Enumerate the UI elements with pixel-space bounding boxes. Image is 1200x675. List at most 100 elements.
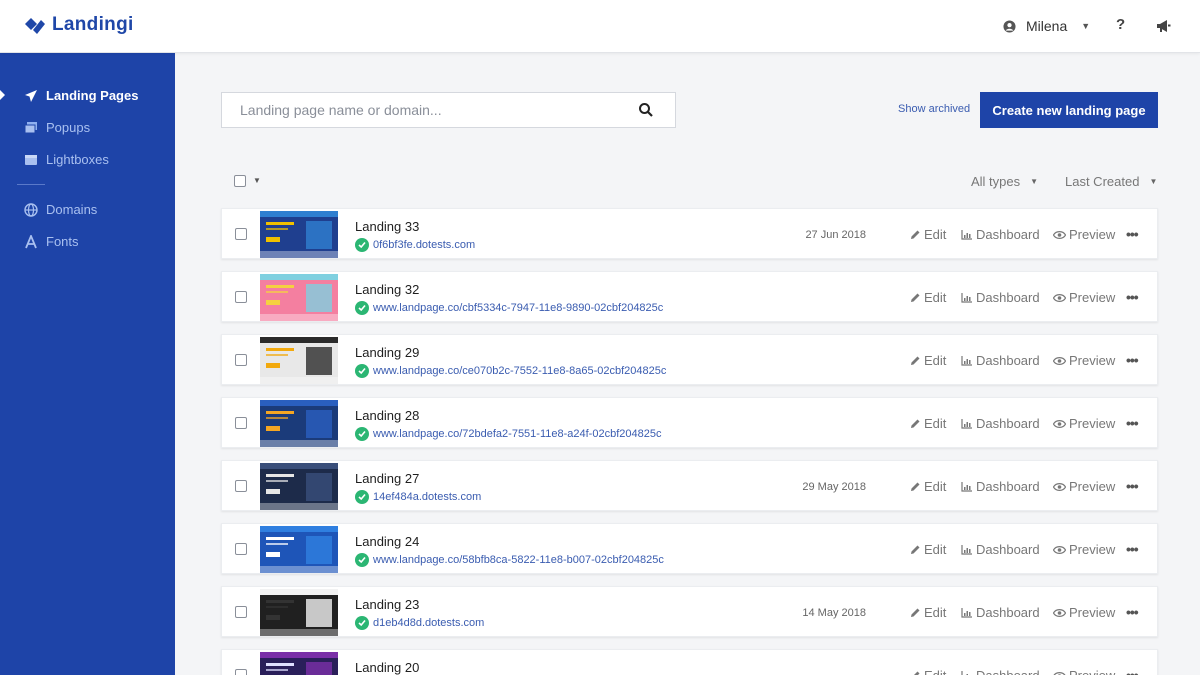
landing-row[interactable]: Landing 28 www.landpage.co/72bdefa2-7551… — [221, 397, 1158, 448]
chart-icon — [961, 419, 972, 429]
help-icon[interactable]: ? — [1116, 16, 1125, 33]
landing-name[interactable]: Landing 29 — [355, 345, 419, 360]
search-icon[interactable] — [638, 102, 654, 118]
more-options-icon[interactable]: ••• — [1126, 541, 1139, 557]
sidebar-item-domains[interactable]: Domains — [24, 202, 97, 217]
edit-button[interactable]: Edit — [910, 479, 946, 494]
landing-url[interactable]: www.landpage.co/cbf5334c-7947-11e8-9890-… — [373, 302, 663, 314]
landing-name[interactable]: Landing 32 — [355, 282, 419, 297]
landing-row[interactable]: Landing 27 14ef484a.dotests.com 29 May 2… — [221, 460, 1158, 511]
row-checkbox[interactable] — [235, 291, 247, 303]
chevron-down-icon: ▼ — [1081, 21, 1091, 31]
more-options-icon[interactable]: ••• — [1126, 352, 1139, 368]
landing-row[interactable]: Landing 23 d1eb4d8d.dotests.com 14 May 2… — [221, 586, 1158, 637]
chart-icon — [961, 293, 972, 303]
dashboard-button[interactable]: Dashboard — [961, 227, 1040, 242]
landing-name[interactable]: Landing 23 — [355, 597, 419, 612]
landing-name[interactable]: Landing 27 — [355, 471, 419, 486]
dashboard-button[interactable]: Dashboard — [961, 605, 1040, 620]
row-checkbox[interactable] — [235, 354, 247, 366]
dashboard-button[interactable]: Dashboard — [961, 416, 1040, 431]
edit-button[interactable]: Edit — [910, 227, 946, 242]
show-archived-link[interactable]: Show archived — [898, 103, 970, 115]
more-options-icon[interactable]: ••• — [1126, 604, 1139, 620]
preview-button[interactable]: Preview — [1053, 353, 1115, 368]
more-options-icon[interactable]: ••• — [1126, 667, 1139, 675]
landing-url[interactable]: www.landpage.co/72bdefa2-7551-11e8-a24f-… — [373, 428, 661, 440]
landing-name[interactable]: Landing 20 — [355, 660, 419, 675]
user-avatar-icon — [1003, 19, 1016, 33]
landing-name[interactable]: Landing 33 — [355, 219, 419, 234]
select-all-checkbox[interactable] — [234, 175, 246, 187]
landing-thumbnail[interactable] — [260, 211, 338, 258]
preview-button[interactable]: Preview — [1053, 416, 1115, 431]
landing-thumbnail[interactable] — [260, 337, 338, 384]
landing-thumbnail[interactable] — [260, 400, 338, 447]
landing-row[interactable]: Landing 32 www.landpage.co/cbf5334c-7947… — [221, 271, 1158, 322]
create-landing-page-button[interactable]: Create new landing page — [980, 92, 1158, 128]
dashboard-button[interactable]: Dashboard — [961, 290, 1040, 305]
dashboard-button[interactable]: Dashboard — [961, 668, 1040, 675]
sidebar-item-label: Fonts — [46, 234, 79, 249]
landing-name[interactable]: Landing 28 — [355, 408, 419, 423]
preview-button[interactable]: Preview — [1053, 479, 1115, 494]
search-input[interactable] — [222, 93, 632, 127]
sidebar-item-fonts[interactable]: Fonts — [24, 234, 79, 249]
preview-button[interactable]: Preview — [1053, 605, 1115, 620]
edit-button[interactable]: Edit — [910, 605, 946, 620]
landing-url[interactable]: d1eb4d8d.dotests.com — [373, 617, 484, 629]
type-filter[interactable]: All types ▼ — [971, 174, 1038, 189]
row-checkbox[interactable] — [235, 543, 247, 555]
landing-name[interactable]: Landing 24 — [355, 534, 419, 549]
preview-button[interactable]: Preview — [1053, 290, 1115, 305]
top-bar: Landingi Milena ▼ ? — [0, 0, 1200, 53]
landing-row[interactable]: Landing 33 0f6bf3fe.dotests.com 27 Jun 2… — [221, 208, 1158, 259]
sort-filter[interactable]: Last Created ▼ — [1065, 174, 1157, 189]
row-checkbox[interactable] — [235, 606, 247, 618]
landing-thumbnail[interactable] — [260, 274, 338, 321]
sidebar-item-popups[interactable]: Popups — [24, 120, 90, 135]
globe-icon — [24, 202, 38, 217]
landing-url[interactable]: 14ef484a.dotests.com — [373, 491, 481, 503]
logo[interactable]: Landingi — [24, 14, 134, 36]
dashboard-button[interactable]: Dashboard — [961, 479, 1040, 494]
landing-thumbnail[interactable] — [260, 589, 338, 636]
sidebar-item-lightboxes[interactable]: Lightboxes — [24, 152, 109, 167]
chart-icon — [961, 608, 972, 618]
user-menu[interactable]: Milena ▼ — [1003, 18, 1090, 34]
preview-button[interactable]: Preview — [1053, 668, 1115, 675]
edit-button[interactable]: Edit — [910, 353, 946, 368]
landing-thumbnail[interactable] — [260, 652, 338, 675]
edit-button[interactable]: Edit — [910, 416, 946, 431]
landing-url[interactable]: www.landpage.co/58bfb8ca-5822-11e8-b007-… — [373, 554, 664, 566]
landing-thumbnail[interactable] — [260, 463, 338, 510]
dashboard-label: Dashboard — [976, 542, 1040, 557]
dashboard-label: Dashboard — [976, 668, 1040, 675]
edit-button[interactable]: Edit — [910, 542, 946, 557]
landing-row[interactable]: Landing 20 Edit Dashboard Preview ••• — [221, 649, 1158, 675]
landing-date: 29 May 2018 — [802, 481, 866, 493]
more-options-icon[interactable]: ••• — [1126, 478, 1139, 494]
megaphone-icon[interactable] — [1156, 19, 1171, 33]
row-checkbox[interactable] — [235, 669, 247, 675]
row-checkbox[interactable] — [235, 228, 247, 240]
chevron-down-icon[interactable]: ▼ — [253, 176, 261, 185]
landing-row[interactable]: Landing 24 www.landpage.co/58bfb8ca-5822… — [221, 523, 1158, 574]
row-checkbox[interactable] — [235, 480, 247, 492]
dashboard-button[interactable]: Dashboard — [961, 353, 1040, 368]
more-options-icon[interactable]: ••• — [1126, 226, 1139, 242]
pencil-icon — [911, 419, 920, 428]
more-options-icon[interactable]: ••• — [1126, 415, 1139, 431]
preview-button[interactable]: Preview — [1053, 227, 1115, 242]
more-options-icon[interactable]: ••• — [1126, 289, 1139, 305]
edit-button[interactable]: Edit — [910, 668, 946, 675]
landing-thumbnail[interactable] — [260, 526, 338, 573]
landing-row[interactable]: Landing 29 www.landpage.co/ce070b2c-7552… — [221, 334, 1158, 385]
landing-url[interactable]: www.landpage.co/ce070b2c-7552-11e8-8a65-… — [373, 365, 666, 377]
edit-button[interactable]: Edit — [910, 290, 946, 305]
sidebar-item-landing-pages[interactable]: Landing Pages — [24, 88, 138, 103]
dashboard-button[interactable]: Dashboard — [961, 542, 1040, 557]
preview-button[interactable]: Preview — [1053, 542, 1115, 557]
row-checkbox[interactable] — [235, 417, 247, 429]
landing-url[interactable]: 0f6bf3fe.dotests.com — [373, 239, 475, 251]
